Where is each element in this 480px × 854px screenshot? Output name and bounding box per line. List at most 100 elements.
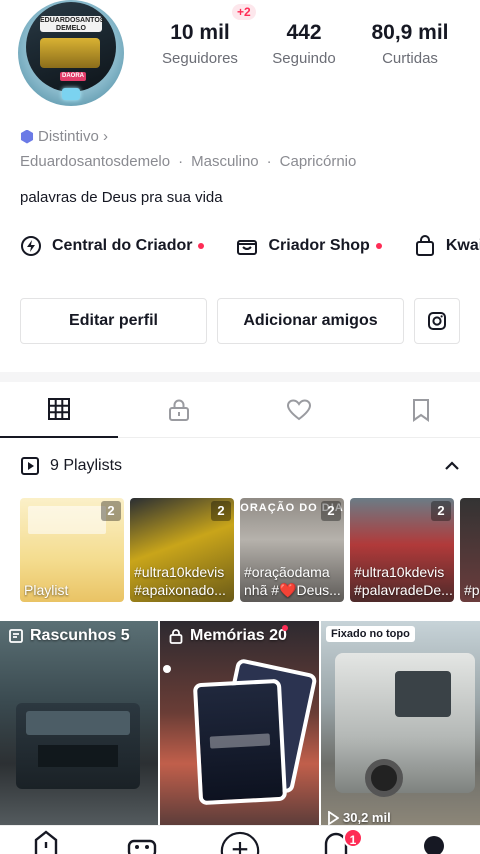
followers-stat[interactable]: 10 mil Seguidores [150,18,250,67]
playlist-count: 2 [431,501,451,521]
grid-icon [48,398,70,420]
following-count: 442 [286,21,322,44]
notification-dot [198,243,205,249]
instagram-button[interactable] [414,298,460,344]
profile-tabs [0,382,480,438]
playlist-count: 2 [211,501,231,521]
notification-dot [282,625,288,631]
playlists-header[interactable]: 9 Playlists [20,452,460,480]
memories-label: Memórias 20 [190,627,287,644]
badge-icon [20,129,34,144]
zodiac: Capricórnio [279,153,357,170]
chevron-up-icon[interactable] [444,460,460,472]
likes-label: Curtidas [382,50,438,67]
followers-label: Seguidores [162,50,238,67]
home-icon [34,830,58,854]
drafts-label: Rascunhos 5 [30,627,130,644]
profile-stats: 10 mil Seguidores 442 Seguindo 80,9 mil … [150,18,480,82]
edit-profile-button[interactable]: Editar perfil [20,298,207,344]
avatar-logo-text: EDUARDOSANTOS DEMELO [40,16,105,32]
video-tile-pinned[interactable]: Fixado no topo 30,2 mil [321,621,480,825]
playlist-caption: #ultra10kdevis #palavradeDe... [354,564,452,598]
playlist-count: 2 [101,501,121,521]
gem-icon [62,88,80,100]
playlist-count: 2 [321,501,341,521]
nav-profile[interactable] [414,828,454,854]
bag-icon [414,235,436,257]
nav-friends[interactable] [122,828,162,854]
profile-icon [424,836,444,854]
avatar[interactable]: EDUARDOSANTOS DEMELO DAORA [18,0,124,106]
notification-dot [375,243,382,249]
playlist-caption: #p s [464,582,480,598]
heart-icon [286,399,312,421]
followers-count: 10 mil [170,21,230,44]
section-divider [0,372,480,382]
username: Eduardosantosdemelo [20,153,171,170]
following-stat[interactable]: 442 Seguindo [260,18,348,67]
drafts-label-row: Rascunhos 5 [8,627,130,645]
pinned-tag: Fixado no topo [326,626,415,642]
tool-kwai[interactable]: Kwai [414,235,480,257]
badge-label: Distintivo › [38,128,109,145]
new-followers-badge: +2 [232,4,256,20]
create-icon [220,831,260,854]
bottom-navigation: 1 [0,825,480,854]
lock-icon [169,399,189,421]
nav-home[interactable] [26,828,66,854]
tab-videos[interactable] [0,382,118,438]
bio-text: palavras de Deus pra sua vida [20,189,223,206]
tab-private[interactable] [120,382,238,438]
views-count-row: 30,2 mil [327,810,391,825]
drafts-icon [8,628,24,644]
instagram-icon [428,312,446,330]
indicator-dot [163,665,171,673]
tool-label: Kwai [445,237,480,254]
playlists-count-label: 9 Playlists [50,457,123,474]
avatar-image: EDUARDOSANTOS DEMELO DAORA [26,2,116,92]
playlists-row: 2 Playlist 2 #ultra10kdevis #apaixonado.… [20,498,480,602]
playlist-card[interactable]: #p s [460,498,480,602]
gender: Masculino [191,153,259,170]
separator: · [178,153,184,170]
tab-liked[interactable] [240,382,358,438]
views-count: 30,2 mil [343,810,391,825]
memories-label-row: Memórias 20 [168,627,287,645]
playlist-caption: #oraçãodama nhã #❤️Deus... [244,564,341,598]
playlist-card[interactable]: 2 #ultra10kdevis #palavradeDe... [350,498,454,602]
avatar-truck [40,38,100,68]
playlist-card[interactable]: 2 #ultra10kdevis #apaixonado... [130,498,234,602]
shop-icon [236,235,258,257]
play-icon [328,810,339,825]
tool-creator-shop[interactable]: Criador Shop [236,235,382,257]
playlist-caption: #ultra10kdevis #apaixonado... [134,564,226,598]
creator-tools: Central do Criador Criador Shop Kwai [20,233,480,259]
likes-count: 80,9 mil [371,21,449,44]
video-grid: Rascunhos 5 Memórias 20 Fixado no topo 3… [0,621,480,825]
profile-info: Eduardosantosdemelo · Masculino · Capric… [20,153,356,170]
following-label: Seguindo [272,50,336,67]
playlist-icon [21,457,39,475]
truck-thumbnail [16,703,140,789]
playlist-card[interactable]: ORAÇÃO DO DIA 2 #oraçãodama nhã #❤️Deus.… [240,498,344,602]
tool-label: Criador Shop [268,237,370,254]
nav-create[interactable] [220,828,260,854]
friends-icon [127,839,157,854]
inbox-badge: 1 [343,828,363,848]
drafts-tile[interactable]: Rascunhos 5 [0,621,158,825]
memories-tile[interactable]: Memórias 20 [160,621,319,825]
add-friends-button[interactable]: Adicionar amigos [217,298,404,344]
tab-saved[interactable] [362,382,480,438]
tool-creator-center[interactable]: Central do Criador [20,235,205,257]
separator: · [266,153,272,170]
tool-label: Central do Criador [52,237,193,254]
playlist-caption: Playlist [24,582,69,598]
playlist-card[interactable]: 2 Playlist [20,498,124,602]
likes-stat[interactable]: 80,9 mil Curtidas [355,18,465,67]
memory-card-front [192,678,288,806]
lock-icon [168,628,184,644]
truck-thumbnail [335,653,475,797]
bookmark-icon [413,399,429,422]
badge-link[interactable]: Distintivo › [20,128,108,145]
avatar-plate: DAORA [60,72,86,81]
